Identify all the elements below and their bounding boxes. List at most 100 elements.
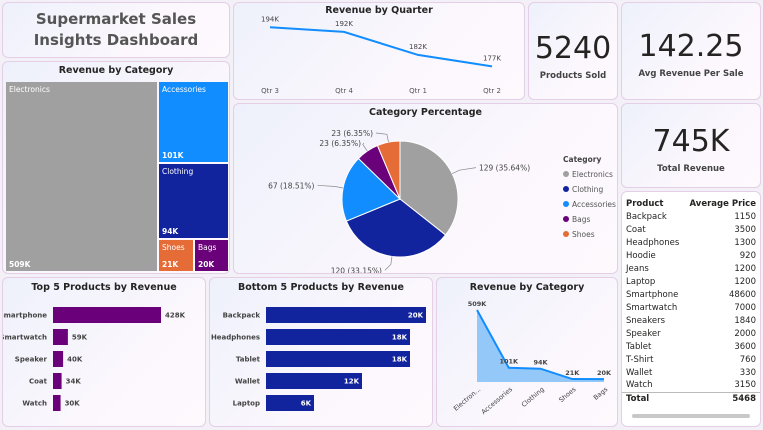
table-row: T-Shirt 760 — [622, 353, 760, 366]
price-cell: 760 — [739, 354, 756, 365]
kpi-label: Total Revenue — [657, 164, 725, 174]
chart-title: Revenue by Category — [58, 65, 174, 76]
bar — [53, 373, 62, 389]
legend-item: Electronics — [572, 170, 613, 179]
tile-name: Clothing — [162, 167, 194, 176]
revenue-by-quarter-card[interactable]: Revenue by Quarter 194K Qtr 3 192K Qtr 4 182… — [233, 2, 525, 100]
price-cell: 48600 — [728, 289, 756, 300]
data-label: 428K — [165, 312, 186, 320]
tile-value: 20K — [198, 260, 215, 269]
category-label: Smartwatch — [3, 334, 47, 342]
category-pie-chart: 129 (35.64%) 120 (33.15%) 67 (18.51%) 23 (6… — [268, 129, 616, 274]
table-row: Watch 3150 — [622, 379, 760, 392]
product-cell: Watch — [626, 380, 653, 391]
data-label: 20K — [408, 312, 424, 320]
treemap-tile-shoes[interactable]: Shoes 21K — [159, 240, 193, 271]
price-cell: 1200 — [734, 263, 756, 274]
treemap-tile-bags[interactable]: Bags 20K — [195, 240, 228, 271]
x-tick-label: Accessories — [480, 385, 515, 416]
category-label: Coat — [29, 378, 48, 386]
treemap-tile-electronics[interactable]: Electronics 509K — [6, 82, 157, 271]
slice-label: 120 (33.15%) — [331, 266, 382, 274]
product-cell: Smartwatch — [626, 302, 678, 313]
tile-name: Electronics — [9, 85, 50, 94]
category-percentage-card[interactable]: Category Percentage 129 (35.64%) 120 (33.… — [233, 103, 618, 274]
table-row: Headphones 1300 — [622, 236, 760, 249]
price-cell: 1150 — [734, 211, 756, 222]
bar — [53, 307, 161, 323]
data-label: 34K — [66, 378, 82, 386]
legend-item: Bags — [572, 215, 591, 224]
legend-marker — [563, 231, 569, 237]
kpi-products-sold: 5240 Products Sold — [528, 2, 618, 100]
tile-value: 21K — [162, 260, 179, 269]
data-label: 6K — [301, 400, 312, 408]
tile-value: 101K — [162, 151, 184, 160]
bar — [266, 351, 410, 367]
table-row: Smartwatch 7000 — [622, 301, 760, 314]
bar — [53, 329, 68, 345]
data-label: 177K — [483, 54, 501, 62]
title-card: Supermarket Sales Insights Dashboard — [2, 2, 230, 58]
avg-price-table-card[interactable]: Product Average Price Backpack 1150 Coat 3500… — [621, 191, 761, 427]
slice-label: 129 (35.64%) — [479, 164, 530, 173]
legend-item: Accessories — [572, 200, 616, 209]
legend-marker — [563, 186, 569, 192]
legend-marker — [563, 216, 569, 222]
product-cell: Smartphone — [626, 289, 679, 300]
price-cell: 3150 — [734, 380, 756, 391]
treemap-tile-clothing[interactable]: Clothing 94K — [159, 164, 228, 238]
chart-title: Category Percentage — [368, 107, 482, 118]
category-label: Laptop — [233, 400, 260, 408]
bottom5-bar-chart: Backpack 20K Headphones 18K Tablet 18K Wallet 1… — [211, 307, 426, 411]
slice-label: 23 (6.35%) — [319, 139, 361, 148]
tile-name: Shoes — [162, 243, 185, 252]
chart-title: Bottom 5 Products by Revenue — [237, 282, 405, 293]
table-row: Sneakers 1840 — [622, 314, 760, 327]
category-label: Watch — [22, 400, 47, 408]
slice-label: 67 (18.51%) — [268, 181, 314, 190]
product-cell: Hoodie — [626, 250, 656, 261]
x-tick-label: Qtr 3 — [261, 87, 279, 95]
tile-name: Accessories — [162, 85, 206, 94]
data-label: 194K — [261, 15, 279, 23]
data-label: 12K — [344, 378, 360, 386]
price-cell: 2000 — [734, 328, 756, 339]
price-cell: 7000 — [734, 302, 756, 313]
data-label: 192K — [335, 20, 353, 28]
data-label: 21K — [565, 369, 580, 377]
x-tick-label: Qtr 2 — [483, 87, 501, 95]
x-tick-label: Qtr 1 — [409, 87, 427, 95]
bottom5-products-card[interactable]: Bottom 5 Products by Revenue Backpack 20K… — [209, 277, 433, 427]
revenue-by-category-area-card[interactable]: Revenue by Category 509K Electron... 101K A… — [436, 277, 618, 427]
legend-marker — [563, 171, 569, 177]
category-label: Speaker — [15, 356, 48, 364]
bar — [53, 395, 61, 411]
product-cell: Coat — [626, 224, 646, 235]
tile-value: 509K — [9, 260, 31, 269]
bar — [266, 329, 410, 345]
data-label: 30K — [65, 400, 81, 408]
tile-name: Bags — [198, 243, 217, 252]
leader-line — [317, 184, 344, 189]
x-tick-label: Electron... — [452, 385, 482, 412]
slice-label: 23 (6.35%) — [331, 129, 373, 138]
table-scrollbar[interactable] — [632, 414, 750, 418]
product-cell: Wallet — [626, 367, 653, 378]
price-cell: 1300 — [734, 237, 756, 248]
table-row: Smartphone 48600 — [622, 288, 760, 301]
price-cell: 920 — [739, 250, 756, 261]
treemap-tile-accessories[interactable]: Accessories 101K — [159, 82, 228, 162]
table-row: Tablet 3600 — [622, 340, 760, 353]
leader-line — [362, 142, 368, 152]
data-label: 509K — [468, 300, 488, 308]
table-row: Speaker 2000 — [622, 327, 760, 340]
revenue-by-category-treemap-card[interactable]: Revenue by Category Electronics 509K Acces… — [2, 61, 230, 274]
price-cell: Average Price — [689, 198, 756, 209]
product-cell: T-Shirt — [626, 354, 654, 365]
kpi-label: Avg Revenue Per Sale — [638, 69, 744, 79]
product-cell: Sneakers — [626, 315, 665, 326]
data-label: 59K — [72, 334, 88, 342]
top5-products-card[interactable]: Top 5 Products by Revenue Smartphone 428K… — [2, 277, 206, 427]
bar — [53, 351, 64, 367]
